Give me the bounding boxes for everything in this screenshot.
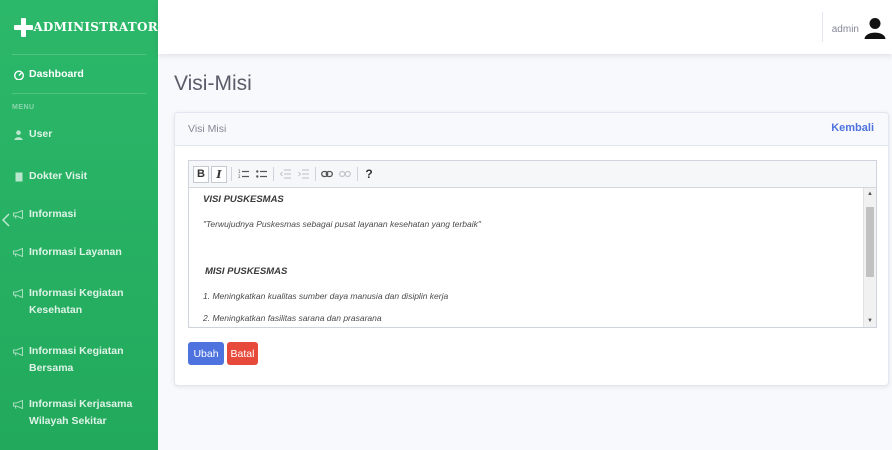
card-title: Visi Misi	[188, 123, 227, 135]
unlink-button[interactable]	[337, 166, 353, 183]
visi-misi-card: Visi Misi Kembali B I 12 ? VISI PUSKESMA…	[174, 112, 889, 386]
sidebar-item-label: User	[29, 128, 53, 140]
plus-icon	[14, 17, 34, 37]
sidebar-divider	[12, 93, 146, 94]
sidebar-item-dashboard[interactable]: Dashboard	[0, 66, 158, 83]
misi-heading: MISI PUSKESMAS	[205, 266, 288, 277]
user-icon	[12, 126, 25, 143]
brand-title: ADMINISTRATOR	[33, 20, 158, 34]
sidebar-item-label: Informasi Kegiatan Bersama	[29, 345, 124, 374]
scroll-up-icon[interactable]: ▲	[864, 188, 876, 200]
unlink-icon	[339, 170, 351, 178]
misi-item: 2. Meningkatkan fasilitas sarana dan pra…	[203, 313, 382, 323]
unordered-list-icon	[255, 170, 267, 178]
italic-button[interactable]: I	[211, 165, 227, 183]
editor-toolbar: B I 12 ?	[189, 161, 876, 188]
sidebar-item-label: Dokter Visit	[29, 170, 88, 182]
misi-item: 1. Meningkatkan kualitas sumber daya man…	[203, 291, 449, 301]
help-button[interactable]: ?	[361, 166, 377, 183]
topbar-divider	[822, 12, 823, 42]
document-icon	[12, 168, 25, 185]
user-avatar-icon[interactable]	[864, 17, 886, 39]
megaphone-icon	[12, 244, 25, 261]
sidebar-item-informasi-kegiatan-kesehatan[interactable]: Informasi Kegiatan Kesehatan	[0, 285, 158, 319]
sidebar-item-label: Dashboard	[29, 68, 84, 80]
sidebar-item-label: Informasi Kegiatan Kesehatan	[29, 287, 124, 316]
indent-icon	[297, 169, 309, 179]
toolbar-separator	[357, 167, 358, 181]
visi-text: "Terwujudnya Puskesmas sebagai pusat lay…	[203, 219, 481, 229]
link-button[interactable]	[319, 166, 335, 183]
batal-button[interactable]: Batal	[227, 342, 258, 365]
ordered-list-button[interactable]: 12	[235, 166, 251, 183]
megaphone-icon	[12, 206, 25, 223]
editor-scrollbar[interactable]: ▲ ▼	[863, 188, 876, 327]
outdent-icon	[279, 169, 291, 179]
page-title: Visi-Misi	[174, 72, 252, 95]
brand[interactable]: ADMINISTRATOR	[0, 0, 158, 54]
dashboard-icon	[12, 66, 25, 83]
scroll-down-icon[interactable]: ▼	[864, 315, 876, 327]
user-name[interactable]: admin	[832, 24, 859, 35]
ordered-list-icon: 12	[238, 169, 249, 179]
sidebar-item-label: Informasi Layanan	[29, 246, 122, 258]
sidebar-item-informasi[interactable]: Informasi	[0, 206, 158, 223]
unordered-list-button[interactable]	[253, 166, 269, 183]
visi-heading: VISI PUSKESMAS	[203, 194, 284, 205]
megaphone-icon	[12, 285, 25, 302]
outdent-button[interactable]	[277, 166, 293, 183]
rich-text-editor[interactable]: B I 12 ? VISI PUSKESMAS "Terwujudnya Pus…	[188, 160, 877, 328]
sidebar-divider	[12, 54, 146, 55]
topbar: admin	[158, 0, 892, 54]
back-link[interactable]: Kembali	[831, 122, 874, 134]
toolbar-separator	[315, 167, 316, 181]
card-header: Visi Misi Kembali	[175, 113, 888, 146]
ubah-button[interactable]: Ubah	[188, 342, 224, 365]
megaphone-icon	[12, 396, 25, 413]
toolbar-separator	[231, 167, 232, 181]
sidebar-item-informasi-layanan[interactable]: Informasi Layanan	[0, 244, 158, 261]
link-icon	[321, 170, 333, 178]
indent-button[interactable]	[295, 166, 311, 183]
sidebar-item-informasi-kegiatan-bersama[interactable]: Informasi Kegiatan Bersama	[0, 343, 158, 377]
scrollbar-thumb[interactable]	[866, 207, 874, 277]
megaphone-icon	[12, 343, 25, 360]
svg-text:2: 2	[238, 174, 241, 179]
sidebar-item-label: Informasi Kerjasama Wilayah Sekitar	[29, 398, 133, 427]
toolbar-separator	[273, 167, 274, 181]
sidebar-item-label: Informasi	[29, 208, 77, 220]
editor-content[interactable]: VISI PUSKESMAS "Terwujudnya Puskesmas se…	[189, 188, 863, 327]
sidebar-item-informasi-kerjasama[interactable]: Informasi Kerjasama Wilayah Sekitar	[0, 396, 158, 430]
bold-button[interactable]: B	[193, 165, 209, 183]
sidebar-item-user[interactable]: User	[0, 126, 158, 143]
sidebar-item-dokter-visit[interactable]: Dokter Visit	[0, 168, 158, 185]
sidebar: ADMINISTRATOR Dashboard MENU User Dokter…	[0, 0, 158, 450]
sidebar-heading: MENU	[12, 104, 35, 111]
